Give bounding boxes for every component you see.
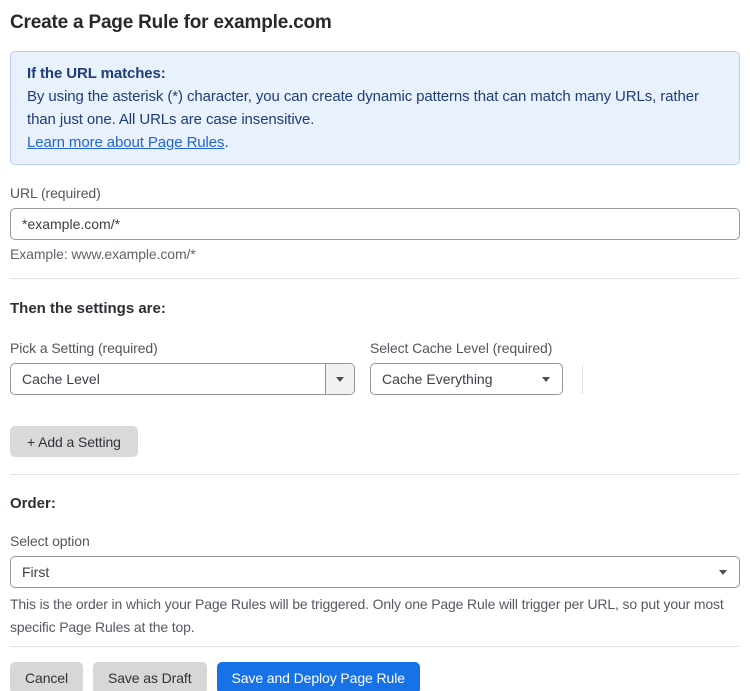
info-box-body: By using the asterisk (*) character, you… [27, 88, 699, 128]
caret-down-icon [719, 569, 727, 575]
page-title: Create a Page Rule for example.com [10, 12, 332, 33]
setting-picker-value: Cache Level [22, 371, 100, 387]
url-match-info-box: If the URL matches: By using the asteris… [10, 51, 740, 165]
url-example-text: Example: www.example.com/* [10, 246, 196, 262]
order-section-heading: Order: [10, 495, 56, 512]
cache-level-picker-label: Select Cache Level (required) [370, 340, 553, 356]
caret-down-icon [542, 376, 550, 382]
link-suffix: . [224, 134, 229, 151]
create-page-rule-panel: Create a Page Rule for example.com If th… [0, 0, 750, 691]
divider [10, 278, 740, 279]
setting-picker-select[interactable]: Cache Level [10, 363, 355, 395]
setting-picker-column: Pick a Setting (required) Cache Level [10, 340, 355, 395]
order-select[interactable]: First [10, 556, 740, 588]
settings-section-heading: Then the settings are: [10, 300, 166, 317]
save-draft-button[interactable]: Save as Draft [92, 662, 207, 691]
cancel-button[interactable]: Cancel [10, 662, 83, 691]
setting-picker-label: Pick a Setting (required) [10, 340, 158, 356]
divider [582, 365, 583, 394]
add-setting-button[interactable]: + Add a Setting [10, 426, 138, 457]
caret-down-icon [325, 364, 354, 394]
learn-more-link[interactable]: Learn more about Page Rules [27, 134, 225, 151]
cache-level-picker-column: Select Cache Level (required) Cache Ever… [370, 340, 563, 395]
order-help-text: This is the order in which your Page Rul… [10, 596, 724, 635]
action-buttons-row: Cancel Save as Draft Save and Deploy Pag… [10, 662, 740, 691]
info-box-heading: If the URL matches: [27, 65, 166, 82]
settings-pickers-row: Pick a Setting (required) Cache Level Se… [10, 340, 740, 395]
order-select-label: Select option [10, 533, 90, 549]
order-select-value: First [22, 564, 50, 580]
save-deploy-button[interactable]: Save and Deploy Page Rule [216, 662, 420, 691]
divider [10, 646, 740, 647]
info-box-link-line: Learn more about Page Rules. [27, 131, 723, 154]
url-input[interactable] [10, 208, 740, 240]
divider [10, 474, 740, 475]
cache-level-value: Cache Everything [382, 371, 493, 387]
cache-level-select[interactable]: Cache Everything [370, 363, 563, 395]
url-field-label: URL (required) [10, 185, 101, 201]
